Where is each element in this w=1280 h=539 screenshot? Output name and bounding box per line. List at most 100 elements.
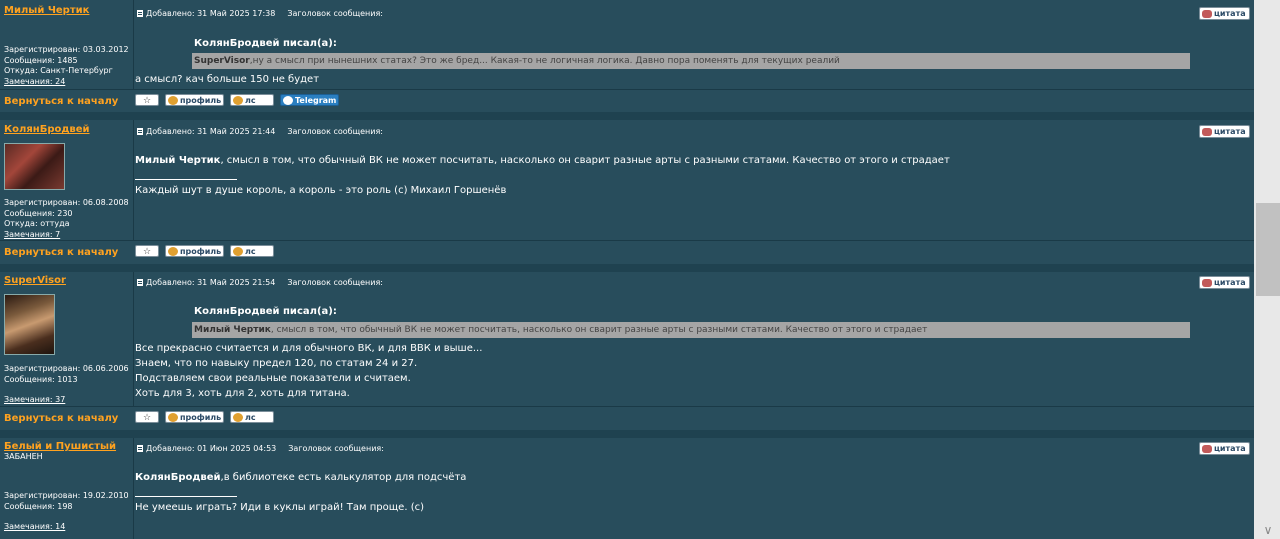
user-icon bbox=[168, 247, 178, 256]
post-icon bbox=[137, 10, 143, 17]
telegram-icon bbox=[283, 96, 293, 105]
author-meta: Зарегистрирован: 06.08.2008 Сообщения: 2… bbox=[4, 198, 129, 240]
post-author-panel: SuperVisor Зарегистрирован: 06.06.2006 С… bbox=[0, 272, 134, 406]
author-location: Откуда: оттуда bbox=[4, 219, 70, 228]
quote-button[interactable]: цитата bbox=[1199, 7, 1250, 20]
remarks-link[interactable]: Замечания: 14 bbox=[4, 522, 129, 533]
post-subject-label: Заголовок сообщения: bbox=[287, 278, 383, 287]
star-button[interactable]: ☆ bbox=[135, 245, 159, 257]
post-date: Добавлено: 31 Май 2025 21:44 bbox=[146, 127, 276, 136]
post-icon bbox=[137, 128, 143, 135]
author-meta: Зарегистрирован: 03.03.2012 Сообщения: 1… bbox=[4, 45, 129, 87]
signature: Каждый шут в душе король, а король - это… bbox=[135, 185, 507, 196]
post-separator bbox=[0, 264, 1254, 272]
quote-text: ,ну а смысл при нынешних статах? Это же … bbox=[249, 56, 840, 66]
back-to-top-link[interactable]: Вернуться к началу bbox=[4, 96, 118, 107]
profile-button[interactable]: профиль bbox=[165, 245, 224, 257]
post-body-line: Все прекрасно считается и для обычного В… bbox=[135, 343, 483, 354]
quote-button[interactable]: цитата bbox=[1199, 276, 1250, 289]
quote-name: SuperVisor bbox=[194, 56, 250, 66]
author-meta: Зарегистрирован: 19.02.2010 Сообщения: 1… bbox=[4, 491, 129, 533]
quote-icon bbox=[1202, 9, 1212, 18]
star-button[interactable]: ☆ bbox=[135, 94, 159, 106]
scrollbar-thumb[interactable] bbox=[1256, 203, 1280, 296]
post-date: Добавлено: 01 Июн 2025 04:53 bbox=[146, 444, 277, 453]
signature-divider bbox=[135, 179, 237, 180]
telegram-button[interactable]: Telegram bbox=[280, 94, 339, 106]
post-body: Милый Чертик, смысл в том, что обычный В… bbox=[135, 153, 950, 168]
signature-divider bbox=[135, 496, 237, 497]
post-body-line: ,в библиотеке есть калькулятор для подсч… bbox=[220, 472, 467, 483]
post-header: Добавлено: 31 Май 2025 21:54 Заголовок со… bbox=[137, 278, 383, 287]
post-header: Добавлено: 31 Май 2025 17:38 Заголовок со… bbox=[137, 9, 383, 18]
quote-box: SuperVisor,ну а смысл при нынешних стата… bbox=[192, 53, 1190, 69]
remarks-link[interactable]: Замечания: 24 bbox=[4, 77, 129, 88]
quote-name: Милый Чертик bbox=[194, 325, 271, 335]
quote-icon bbox=[1202, 278, 1212, 287]
message-count: Сообщения: 1013 bbox=[4, 374, 78, 384]
users-icon bbox=[233, 247, 243, 256]
remarks-link[interactable]: Замечания: 37 bbox=[4, 395, 129, 406]
post-subject-label: Заголовок сообщения: bbox=[287, 127, 383, 136]
post-author-panel: Белый и Пушистый ЗАБАНЕН Зарегистрирован… bbox=[0, 438, 134, 539]
quote-icon bbox=[1202, 127, 1212, 136]
avatar bbox=[4, 143, 65, 190]
post-content: Добавлено: 01 Июн 2025 04:53 Заголовок со… bbox=[133, 438, 1254, 539]
post-body: КолянБродвей,в библиотеке есть калькулят… bbox=[135, 470, 466, 485]
author-username[interactable]: КолянБродвей bbox=[4, 124, 90, 135]
post-header: Добавлено: 01 Июн 2025 04:53 Заголовок со… bbox=[137, 444, 384, 453]
message-count: Сообщения: 230 bbox=[4, 208, 73, 218]
quote-icon bbox=[1202, 444, 1212, 453]
post-content: Добавлено: 31 Май 2025 17:38 Заголовок со… bbox=[133, 0, 1254, 89]
private-message-button[interactable]: лс bbox=[230, 411, 274, 423]
scroll-down-arrow-icon[interactable]: ∨ bbox=[1256, 522, 1280, 539]
quote-author: КолянБродвей писал(а): bbox=[194, 38, 337, 49]
profile-button[interactable]: профиль bbox=[165, 94, 224, 106]
post-body-line: Знаем, что по навыку предел 120, по стат… bbox=[135, 358, 418, 369]
post-content: Добавлено: 31 Май 2025 21:54 Заголовок со… bbox=[133, 272, 1254, 406]
avatar bbox=[4, 294, 55, 355]
users-icon bbox=[233, 96, 243, 105]
quote-text: , смысл в том, что обычный ВК не может п… bbox=[270, 325, 928, 335]
private-message-button[interactable]: лс bbox=[230, 245, 274, 257]
registered-date: Зарегистрирован: 19.02.2010 bbox=[4, 491, 129, 500]
message-count: Сообщения: 198 bbox=[4, 501, 73, 511]
remarks-link[interactable]: Замечания: 7 bbox=[4, 230, 129, 241]
post: Белый и Пушистый ЗАБАНЕН Зарегистрирован… bbox=[0, 438, 1254, 539]
post-date: Добавлено: 31 Май 2025 17:38 bbox=[146, 9, 276, 18]
author-username[interactable]: Милый Чертик bbox=[4, 5, 89, 16]
message-count: Сообщения: 1485 bbox=[4, 55, 78, 65]
quote-button[interactable]: цитата bbox=[1199, 442, 1250, 455]
author-username[interactable]: Белый и Пушистый bbox=[4, 441, 116, 452]
user-icon bbox=[168, 96, 178, 105]
post-subject-label: Заголовок сообщения: bbox=[287, 9, 383, 18]
post-author-panel: КолянБродвей Зарегистрирован: 06.08.2008… bbox=[0, 120, 134, 240]
author-location: Откуда: Санкт-Петербург bbox=[4, 66, 113, 75]
user-rank: ЗАБАНЕН bbox=[4, 452, 43, 461]
post-subject-label: Заголовок сообщения: bbox=[288, 444, 384, 453]
mention-name: КолянБродвей bbox=[135, 472, 221, 483]
post-body-line: , смысл в том, что обычный ВК не может п… bbox=[220, 155, 950, 166]
private-message-button[interactable]: лс bbox=[230, 94, 274, 106]
post-content: Добавлено: 31 Май 2025 21:44 Заголовок со… bbox=[133, 120, 1254, 240]
post-footer: Вернуться к началу ☆ профиль лс bbox=[0, 406, 1254, 430]
post-body-line: а смысл? кач больше 150 не будет bbox=[135, 74, 320, 85]
registered-date: Зарегистрирован: 03.03.2012 bbox=[4, 45, 129, 54]
quote-button[interactable]: цитата bbox=[1199, 125, 1250, 138]
post-footer: Вернуться к началу ☆ профиль лс bbox=[0, 240, 1254, 264]
back-to-top-link[interactable]: Вернуться к началу bbox=[4, 247, 118, 258]
forum-page: Милый Чертик Зарегистрирован: 03.03.2012… bbox=[0, 0, 1254, 539]
profile-button[interactable]: профиль bbox=[165, 411, 224, 423]
back-to-top-link[interactable]: Вернуться к началу bbox=[4, 413, 118, 424]
post-header: Добавлено: 31 Май 2025 21:44 Заголовок со… bbox=[137, 127, 383, 136]
star-button[interactable]: ☆ bbox=[135, 411, 159, 423]
author-meta: Зарегистрирован: 06.06.2006 Сообщения: 1… bbox=[4, 364, 129, 406]
post-author-panel: Милый Чертик Зарегистрирован: 03.03.2012… bbox=[0, 0, 134, 89]
post-body-line: Хоть для 3, хоть для 2, хоть для титана. bbox=[135, 388, 350, 399]
post-body: Все прекрасно считается и для обычного В… bbox=[135, 341, 482, 401]
post-separator bbox=[0, 112, 1254, 120]
user-icon bbox=[168, 413, 178, 422]
post-body-line: Подставляем свои реальные показатели и с… bbox=[135, 373, 411, 384]
author-username[interactable]: SuperVisor bbox=[4, 275, 66, 286]
post: КолянБродвей Зарегистрирован: 06.08.2008… bbox=[0, 120, 1254, 264]
